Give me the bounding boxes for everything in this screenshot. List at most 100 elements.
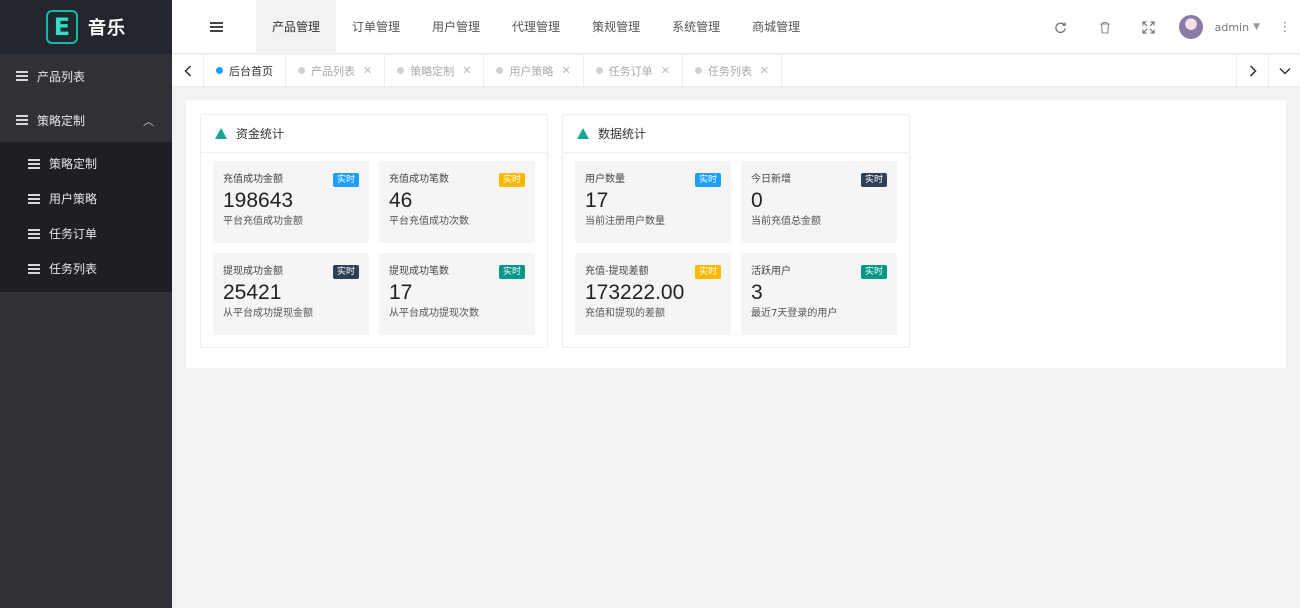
status-badge: 实时 — [332, 173, 359, 187]
close-icon[interactable]: ✕ — [363, 64, 372, 77]
list-icon — [28, 158, 40, 169]
stat-desc: 当前注册用户数量 — [585, 216, 665, 227]
tab-strategy-custom[interactable]: 策略定制 ✕ — [385, 55, 485, 86]
logo[interactable]: E 音乐 — [0, 0, 172, 54]
tab-bar: 后台首页 产品列表 ✕ 策略定制 ✕ 用户策略 ✕ 任务订单 ✕ 任务列表 ✕ — [172, 55, 1300, 87]
status-badge: 实时 — [694, 173, 721, 187]
caret-down-icon[interactable]: ▼ — [1253, 22, 1260, 32]
status-badge: 实时 — [694, 265, 721, 279]
nav-item-system[interactable]: 系统管理 — [656, 0, 736, 54]
sidebar-submenu: 策略定制 用户策略 任务订单 任务列表 — [0, 142, 172, 292]
chevron-down-icon[interactable] — [1268, 55, 1300, 86]
nav-item-orders[interactable]: 订单管理 — [336, 0, 416, 54]
stat-value: 173222.00 — [585, 281, 685, 304]
tab-user-strategy[interactable]: 用户策略 ✕ — [484, 55, 584, 86]
close-icon[interactable]: ✕ — [462, 64, 471, 77]
sidebar-item-strategy[interactable]: 策略定制 ︿ — [0, 98, 172, 142]
stat-value: 46 — [389, 189, 413, 212]
nav-item-agents[interactable]: 代理管理 — [496, 0, 576, 54]
tab-label: 用户策略 — [509, 64, 554, 78]
warning-icon — [577, 128, 589, 139]
sidebar-subitem-user-strategy[interactable]: 用户策略 — [0, 181, 172, 216]
refresh-icon[interactable] — [1039, 0, 1083, 54]
stat-desc: 充值和提现的差额 — [585, 308, 665, 319]
brand-name: 音乐 — [88, 18, 126, 39]
tab-label: 任务订单 — [608, 64, 653, 78]
trash-icon[interactable] — [1083, 0, 1127, 54]
warning-icon — [215, 128, 227, 139]
top-header: 产品管理 订单管理 用户管理 代理管理 策规管理 系统管理 商城管理 admin… — [172, 0, 1300, 54]
close-icon[interactable]: ✕ — [661, 64, 670, 77]
menu-toggle-icon[interactable] — [210, 22, 223, 32]
dashboard-content: 资金统计 充值成功金额 实时 198643 平台充值成功金额 充值成功笔数 实时… — [186, 100, 1286, 368]
sidebar-subitem-label: 任务订单 — [49, 227, 98, 241]
stat-value: 17 — [389, 281, 413, 304]
stat-desc: 从平台成功提现次数 — [389, 308, 479, 319]
nav-item-rules[interactable]: 策规管理 — [576, 0, 656, 54]
tab-task-orders[interactable]: 任务订单 ✕ — [584, 55, 683, 86]
stat-desc: 最近7天登录的用户 — [751, 308, 838, 319]
stat-value: 3 — [751, 281, 763, 304]
tab-dot-icon — [694, 67, 702, 74]
sidebar-subitem-label: 策略定制 — [49, 157, 98, 171]
tabs: 后台首页 产品列表 ✕ 策略定制 ✕ 用户策略 ✕ 任务订单 ✕ 任务列表 ✕ — [204, 55, 783, 86]
stat-desc: 当前充值总金额 — [751, 216, 821, 227]
tab-dot-icon — [496, 67, 504, 74]
stat-card: 今日新增 实时 0 当前充值总金额 — [741, 161, 897, 243]
nav-item-mall[interactable]: 商城管理 — [736, 0, 816, 54]
stat-card: 提现成功金额 实时 25421 从平台成功提现金额 — [213, 253, 369, 335]
close-icon[interactable]: ✕ — [760, 64, 769, 77]
sidebar-subitem-label: 任务列表 — [49, 262, 98, 276]
avatar[interactable] — [1178, 15, 1203, 39]
list-icon — [28, 263, 40, 274]
top-nav: 产品管理 订单管理 用户管理 代理管理 策规管理 系统管理 商城管理 — [256, 0, 816, 54]
status-badge: 实时 — [860, 173, 887, 187]
tab-label: 产品列表 — [311, 64, 355, 78]
tab-task-list[interactable]: 任务列表 ✕ — [683, 55, 783, 86]
tab-label: 后台首页 — [229, 64, 273, 78]
tab-dot-icon — [298, 67, 305, 74]
more-vertical-icon[interactable]: ⋮ — [1270, 20, 1300, 35]
nav-item-product[interactable]: 产品管理 — [256, 0, 337, 54]
status-badge: 实时 — [332, 265, 359, 279]
panel-header: 资金统计 — [201, 115, 547, 153]
stat-card: 充值成功金额 实时 198643 平台充值成功金额 — [213, 161, 369, 243]
sidebar-subitem-task-orders[interactable]: 任务订单 — [0, 216, 172, 251]
tab-dot-icon — [595, 67, 603, 74]
chevron-up-icon: ︿ — [143, 115, 154, 128]
list-icon — [28, 228, 40, 239]
data-panel: 数据统计 用户数量 实时 17 当前注册用户数量 今日新增 实时 0 当前充值总… — [562, 114, 910, 348]
sidebar-subitem-strategy-custom[interactable]: 策略定制 — [0, 146, 172, 181]
close-icon[interactable]: ✕ — [561, 64, 570, 77]
stat-card: 充值成功笔数 实时 46 平台充值成功次数 — [379, 161, 535, 243]
sidebar-subitem-task-list[interactable]: 任务列表 — [0, 251, 172, 286]
tab-label: 任务列表 — [707, 64, 752, 78]
stat-value: 0 — [751, 189, 763, 212]
stat-card: 活跃用户 实时 3 最近7天登录的用户 — [741, 253, 897, 335]
stat-desc: 平台充值成功次数 — [389, 216, 469, 227]
stat-value: 17 — [585, 189, 609, 212]
nav-item-users[interactable]: 用户管理 — [416, 0, 496, 54]
chevron-right-icon[interactable] — [1236, 55, 1268, 86]
tab-home[interactable]: 后台首页 — [204, 55, 286, 86]
stat-card: 提现成功笔数 实时 17 从平台成功提现次数 — [379, 253, 535, 335]
stat-desc: 从平台成功提现金额 — [223, 308, 313, 319]
username[interactable]: admin — [1215, 21, 1249, 34]
stat-card: 用户数量 实时 17 当前注册用户数量 — [575, 161, 731, 243]
tab-product-list[interactable]: 产品列表 ✕ — [286, 55, 386, 86]
sidebar-item-product-list[interactable]: 产品列表 — [0, 54, 172, 98]
sidebar-item-label: 策略定制 — [37, 113, 86, 128]
panel-title: 资金统计 — [236, 127, 285, 141]
sidebar-subitem-label: 用户策略 — [49, 192, 98, 206]
status-badge: 实时 — [498, 265, 525, 279]
status-badge: 实时 — [498, 173, 525, 187]
list-icon — [16, 115, 28, 125]
panel-header: 数据统计 — [563, 115, 909, 153]
tab-dot-icon — [216, 67, 223, 74]
status-badge: 实时 — [860, 265, 887, 279]
chevron-left-icon[interactable] — [172, 55, 204, 86]
tab-label: 策略定制 — [410, 64, 455, 78]
stat-value: 198643 — [223, 189, 294, 212]
fullscreen-icon[interactable] — [1127, 0, 1171, 54]
sidebar-item-label: 产品列表 — [37, 69, 86, 84]
